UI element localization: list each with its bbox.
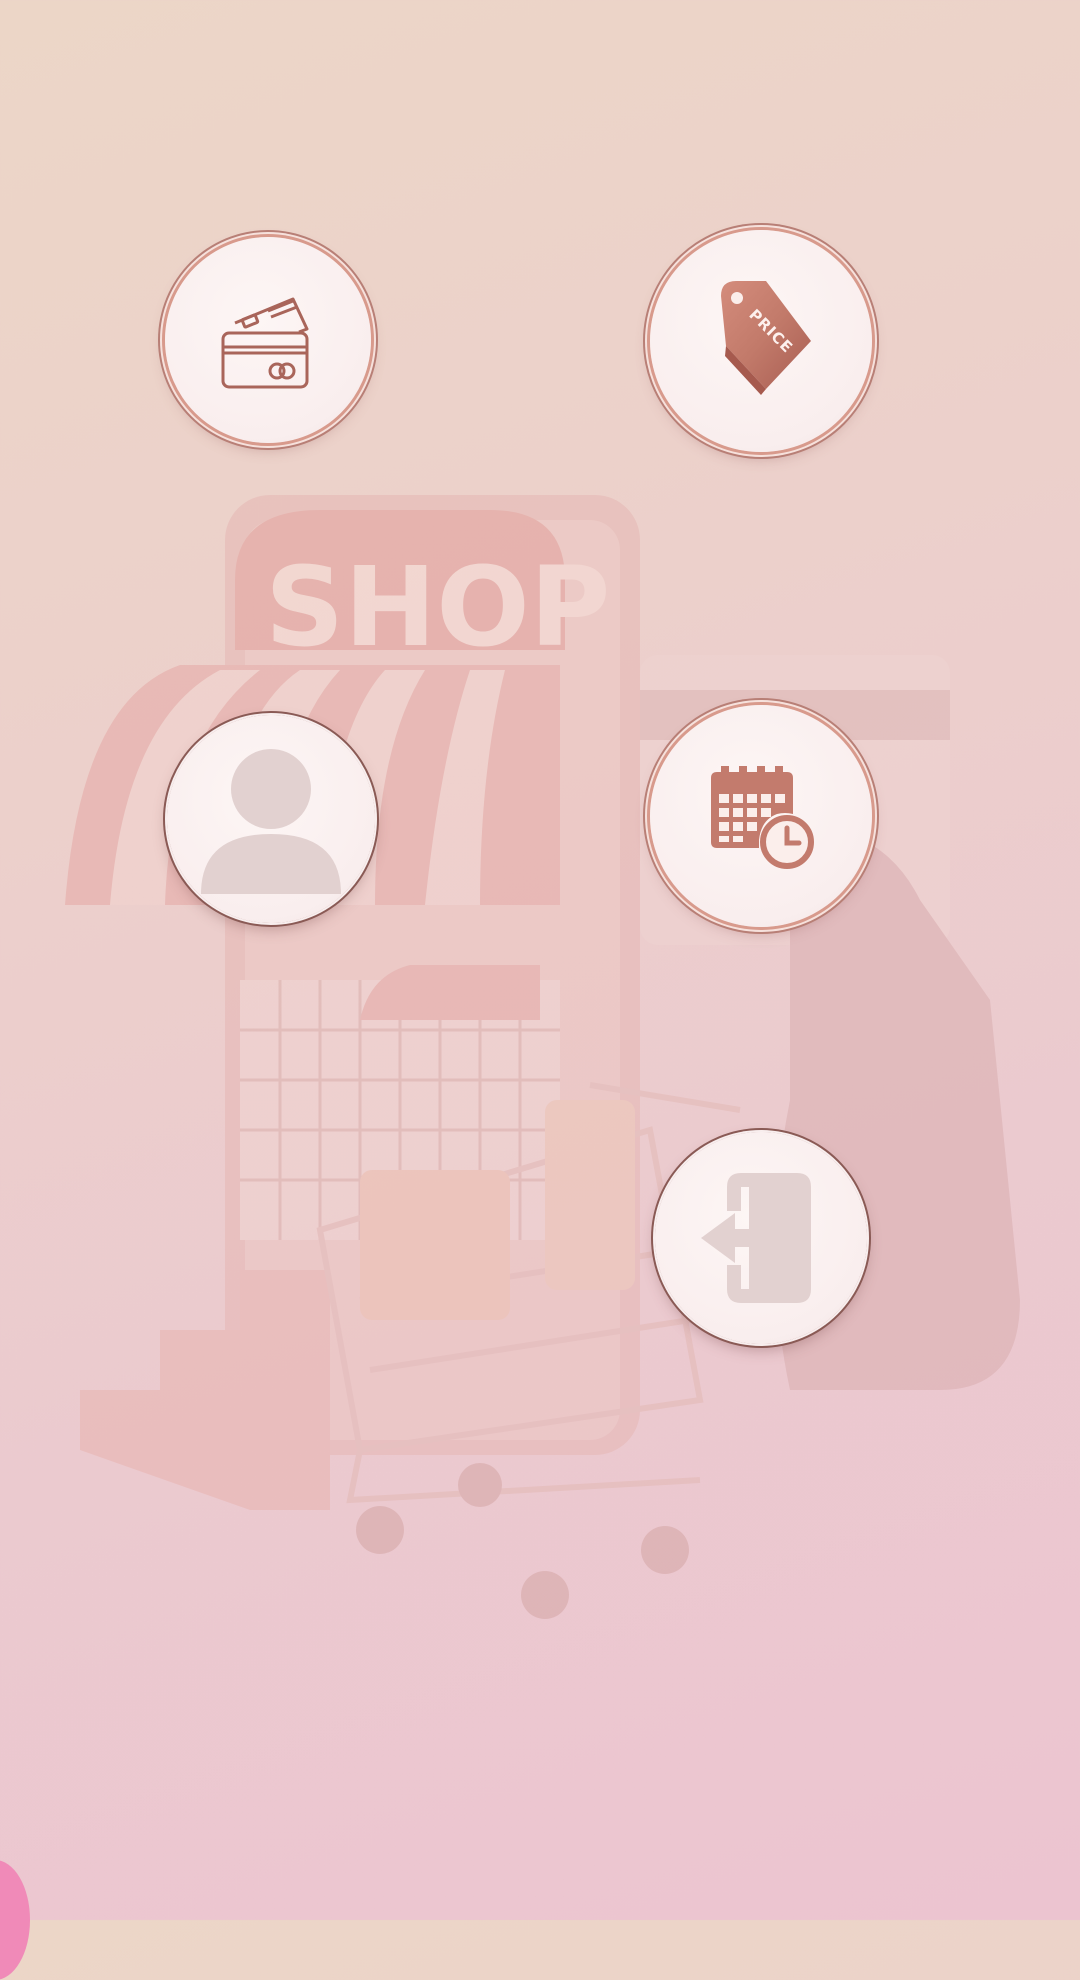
- logout-door-icon: [701, 1173, 811, 1303]
- user-avatar-icon: [201, 749, 341, 894]
- payment-button[interactable]: [165, 237, 371, 443]
- schedule-button[interactable]: [650, 705, 872, 927]
- price-tag-icon: PRICE: [721, 281, 811, 395]
- profile-button[interactable]: [167, 715, 375, 923]
- price-button[interactable]: PRICE: [650, 230, 872, 452]
- credit-cards-icon: [221, 297, 309, 389]
- stairs: [80, 1270, 330, 1510]
- logout-button[interactable]: [655, 1132, 867, 1344]
- calendar-clock-icon: [711, 766, 814, 869]
- shop-illustration: SHOP: [65, 495, 1020, 1619]
- shop-sign-text: SHOP: [265, 543, 610, 671]
